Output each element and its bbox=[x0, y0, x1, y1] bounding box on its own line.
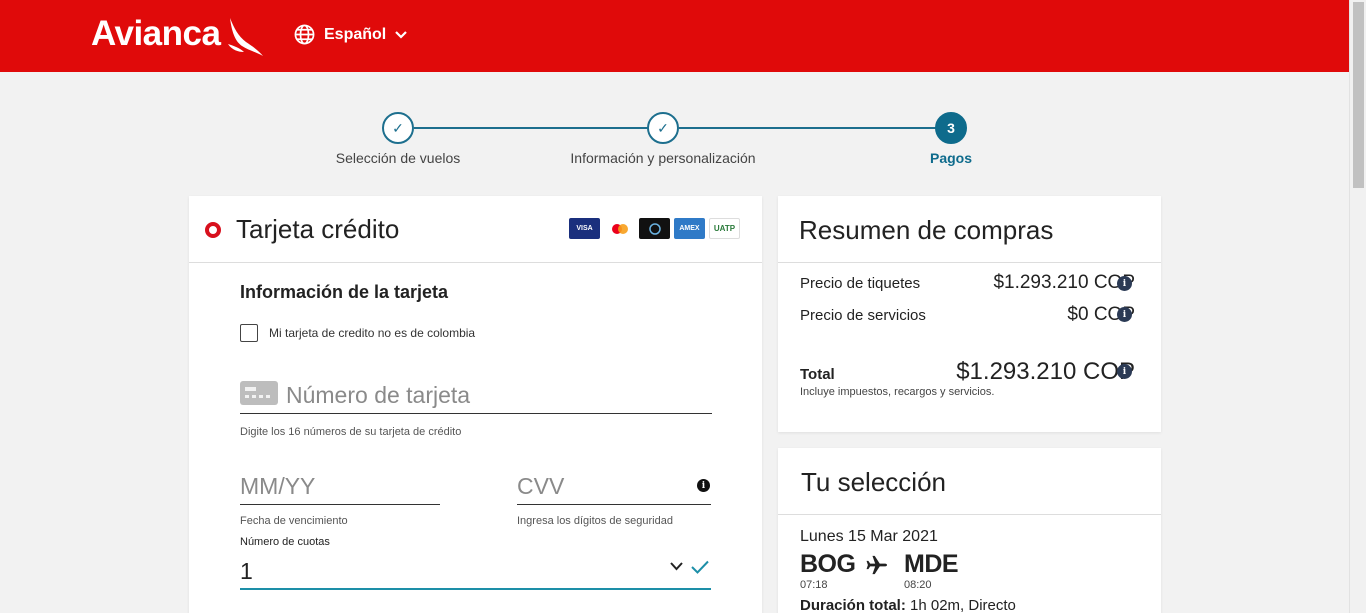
card-number-input[interactable]: Número de tarjeta bbox=[240, 376, 712, 414]
total-info-icon[interactable]: i bbox=[1117, 364, 1132, 379]
tickets-label: Precio de tiquetes bbox=[800, 275, 921, 292]
step-3-number: 3 bbox=[935, 112, 967, 144]
cvv-input[interactable]: CVV bbox=[517, 468, 711, 505]
flight-duration: Duración total: 1h 02m, Directo bbox=[800, 597, 1016, 613]
tickets-info-icon[interactable]: i bbox=[1117, 276, 1132, 291]
valid-check-icon bbox=[691, 560, 709, 574]
total-note: Incluye impuestos, recargos y servicios. bbox=[800, 386, 995, 398]
payment-method-radio[interactable] bbox=[205, 222, 221, 238]
cvv-placeholder: CVV bbox=[517, 473, 565, 499]
uatp-logo: UATP bbox=[709, 218, 740, 239]
origin-time: 07:18 bbox=[800, 579, 828, 591]
language-label: Español bbox=[324, 25, 387, 43]
step-label-info: Información y personalización bbox=[570, 150, 756, 166]
top-header: Avianca Español bbox=[0, 0, 1349, 72]
total-amount: $1.293.210 COP bbox=[956, 358, 1135, 385]
selection-title: Tu selección bbox=[778, 448, 1161, 515]
page-scrollbar[interactable] bbox=[1349, 0, 1366, 613]
brand-logo[interactable]: Avianca bbox=[91, 14, 221, 54]
services-info-icon[interactable]: i bbox=[1117, 307, 1132, 322]
destination-time: 08:20 bbox=[904, 579, 932, 591]
foreign-card-option[interactable]: Mi tarjeta de credito no es de colombia bbox=[240, 324, 475, 342]
step-2-check-icon: ✓ bbox=[647, 112, 679, 144]
expiry-input[interactable]: MM/YY bbox=[240, 468, 440, 505]
services-label: Precio de servicios bbox=[800, 307, 926, 324]
mastercard-logo bbox=[604, 218, 635, 239]
services-row: Precio de servicios $0 COP bbox=[800, 304, 1135, 326]
avianca-bird-icon bbox=[228, 18, 263, 56]
card-number-help: Digite los 16 números de su tarjeta de c… bbox=[240, 426, 462, 438]
payment-method-title: Tarjeta crédito bbox=[236, 214, 400, 244]
card-brand-logos: VISA AMEX UATP bbox=[569, 218, 740, 239]
foreign-card-label: Mi tarjeta de credito no es de colombia bbox=[269, 326, 476, 340]
step-1-check-icon: ✓ bbox=[382, 112, 414, 144]
plane-icon bbox=[866, 555, 887, 575]
installments-value: 1 bbox=[240, 558, 253, 584]
payment-method-header[interactable]: Tarjeta crédito VISA AMEX UATP bbox=[189, 196, 762, 263]
chevron-down-icon bbox=[670, 562, 683, 571]
tickets-amount: $1.293.210 COP bbox=[993, 272, 1135, 293]
amex-logo: AMEX bbox=[674, 218, 705, 239]
scrollbar-thumb[interactable] bbox=[1353, 2, 1364, 188]
duration-label: Duración total: bbox=[800, 597, 906, 613]
total-label: Total bbox=[800, 366, 835, 383]
total-row: Total $1.293.210 COP bbox=[800, 358, 1135, 386]
installments-select[interactable]: 1 bbox=[240, 552, 711, 590]
installments-label: Número de cuotas bbox=[240, 536, 330, 548]
step-label-flights: Selección de vuelos bbox=[335, 150, 461, 166]
card-info-title: Información de la tarjeta bbox=[240, 282, 449, 302]
destination-code: MDE bbox=[904, 550, 959, 578]
language-selector[interactable]: Español bbox=[294, 24, 408, 45]
payment-card: Tarjeta crédito VISA AMEX UATP Informaci… bbox=[189, 196, 762, 613]
step-connector bbox=[679, 127, 937, 129]
tickets-row: Precio de tiquetes $1.293.210 COP bbox=[800, 272, 1135, 294]
foreign-card-checkbox[interactable] bbox=[240, 324, 258, 342]
selection-card: Tu selección Lunes 15 Mar 2021 BOG MDE 0… bbox=[778, 448, 1161, 613]
card-number-placeholder: Número de tarjeta bbox=[286, 382, 471, 408]
origin-code: BOG bbox=[800, 550, 856, 578]
cvv-help: Ingresa los dígitos de seguridad bbox=[517, 515, 673, 527]
expiry-help: Fecha de vencimiento bbox=[240, 515, 348, 527]
cvv-info-icon[interactable]: i bbox=[697, 479, 710, 492]
purchase-summary-card: Resumen de compras Precio de tiquetes $1… bbox=[778, 196, 1161, 432]
duration-value: 1h 02m, Directo bbox=[910, 597, 1016, 613]
globe-icon bbox=[294, 24, 315, 45]
step-label-payment: Pagos bbox=[929, 150, 973, 166]
flight-date: Lunes 15 Mar 2021 bbox=[800, 528, 938, 545]
expiry-placeholder: MM/YY bbox=[240, 473, 316, 499]
step-connector bbox=[414, 127, 648, 129]
summary-title: Resumen de compras bbox=[778, 196, 1161, 263]
chevron-down-icon bbox=[395, 30, 408, 39]
diners-logo bbox=[639, 218, 670, 239]
visa-logo: VISA bbox=[569, 218, 600, 239]
